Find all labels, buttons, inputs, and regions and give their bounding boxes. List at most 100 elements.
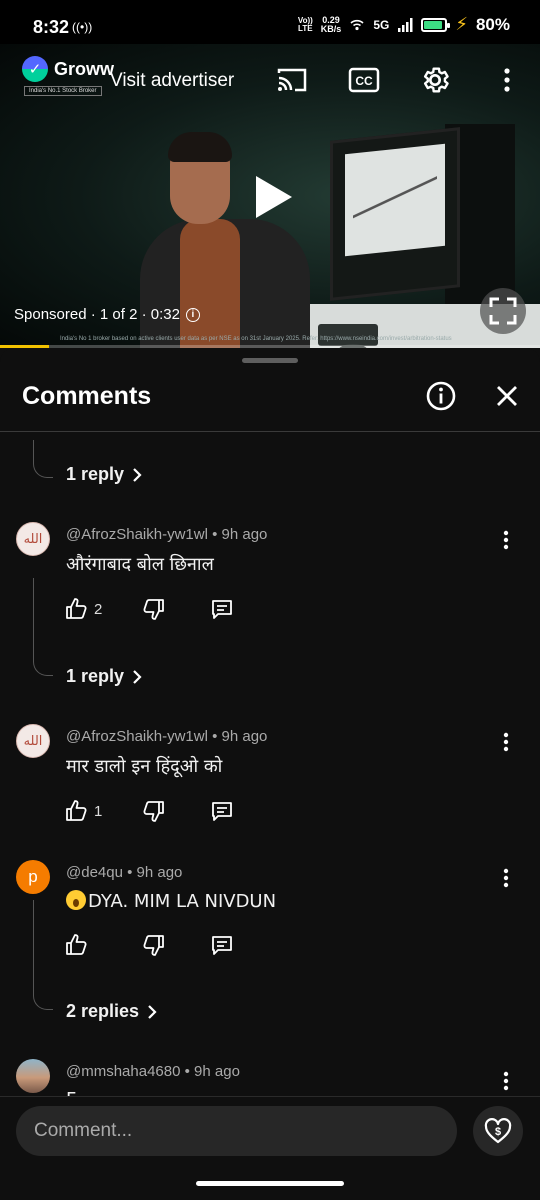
comment-input[interactable] [16,1106,457,1156]
comment-text: DYA. MIM LA NIVDUN [66,890,276,912]
close-comments-button[interactable] [489,378,525,414]
comment-text: औरंगाबाद बोल छिनाल [66,554,214,575]
reply-button[interactable] [210,594,234,624]
thread-curve [33,980,53,1010]
speed-unit: KB/s [320,23,342,34]
more-vertical-icon [504,68,510,92]
avatar-letter: p [28,867,38,886]
comments-header: Comments [0,374,540,432]
cast-button[interactable] [274,62,310,98]
wifi-calling-icon [350,19,364,30]
surprised-emoji-icon [66,890,86,910]
info-icon [426,381,456,411]
like-count: 2 [94,600,103,618]
avatar-calligraphy: الله [23,531,43,547]
play-icon[interactable] [248,172,298,222]
fullscreen-button[interactable] [480,288,526,334]
sponsored-text: Sponsored · 1 of 2 · 0:32 [14,306,180,323]
thread-line [33,900,34,982]
reply-comment-icon [212,802,232,821]
thumbs-down-icon [143,935,164,956]
svg-text:$: $ [495,1126,501,1138]
comment-actions: 2 [64,594,234,624]
volte-bottom: LTE [298,23,313,33]
status-bar: 8:32 ((•)) Vo)) LTE 0.29 KB/s 5G ⚡ 80% [0,0,540,44]
more-vertical-icon [503,868,509,888]
reply-comment-icon [212,936,232,955]
svg-text:CC: CC [355,74,373,88]
home-indicator[interactable] [196,1181,344,1186]
video-scene-monitor-chart [330,127,460,301]
comment-meta[interactable]: @AfrozShaikh-yw1wl • 9h ago [66,728,267,745]
super-thanks-heart-icon: $ [484,1118,512,1144]
advertiser-logo[interactable]: ✓ Groww [22,56,114,82]
avatar[interactable]: p [16,860,50,894]
thread-line [33,440,53,478]
visit-advertiser-link[interactable]: Visit advertiser [110,70,234,92]
replies-label: 1 reply [66,464,125,484]
video-scene-keyboard [318,324,378,346]
like-button[interactable]: 2 [64,594,142,624]
chevron-right-icon [133,467,142,482]
chevron-right-icon [148,1004,157,1019]
view-replies-button[interactable]: 2 replies [66,1001,157,1022]
view-replies-button[interactable]: 1 reply [66,464,142,485]
comment-actions: 1 [64,796,234,826]
signal-icon [398,17,413,32]
comments-panel: Comments 1 reply الله @AfrozShaikh-yw1wl… [0,348,540,1200]
settings-gear-icon [423,67,449,93]
comment-meta[interactable]: @mmshaha4680 • 9h ago [66,1063,240,1080]
status-time: 8:32 [33,17,70,37]
battery-percent: 80% [475,14,510,34]
advertiser-logo-text: Groww [54,58,115,79]
fullscreen-icon [489,297,517,325]
comment-more-button[interactable] [494,866,518,890]
groww-logo-icon: ✓ [22,56,48,82]
comment-meta[interactable]: @de4qu • 9h ago [66,864,182,881]
dislike-button[interactable] [142,930,210,960]
thumbs-up-icon [66,800,87,821]
ad-info-icon[interactable]: i [185,307,200,322]
battery-level [424,20,442,29]
avatar[interactable] [16,1059,50,1093]
comment-actions [64,930,234,960]
comment-more-button[interactable] [494,528,518,552]
comment-composer: $ [0,1096,540,1200]
video-player[interactable]: ✓ Groww India's No.1 Stock Broker Visit … [0,44,540,348]
thumbs-up-icon [66,598,87,619]
closed-captions-icon: CC [348,67,380,93]
comment-text-body: DYA. MIM LA NIVDUN [88,891,277,912]
reply-comment-icon [212,600,232,619]
thumbs-down-icon [143,801,164,822]
sponsored-label: Sponsored · 1 of 2 · 0:32 i [14,306,200,323]
dislike-button[interactable] [142,796,210,826]
comments-title: Comments [22,382,152,410]
avatar[interactable]: الله [16,724,50,758]
avatar[interactable]: الله [16,522,50,556]
super-thanks-button[interactable]: $ [473,1106,523,1156]
view-replies-button[interactable]: 1 reply [66,666,142,687]
thumbs-down-icon [143,599,164,620]
comment-meta[interactable]: @AfrozShaikh-yw1wl • 9h ago [66,526,267,543]
avatar-calligraphy: الله [23,733,43,749]
reply-button[interactable] [210,796,234,826]
more-vertical-icon [503,1071,509,1091]
reply-button[interactable] [210,930,234,960]
video-more-button[interactable] [489,62,525,98]
network-speed: 0.29 KB/s [320,15,342,34]
comments-info-button[interactable] [423,378,459,414]
drag-handle[interactable] [242,358,298,363]
comment-item: @mmshaha4680 • 9h ago F [0,1055,540,1097]
volte-indicator: Vo)) LTE [298,16,313,33]
captions-button[interactable]: CC [346,62,382,98]
like-button[interactable]: 1 [64,796,142,826]
cast-icon [277,68,307,92]
replies-label: 2 replies [66,1001,140,1021]
settings-button[interactable] [417,62,453,98]
hotspot-icon: ((•)) [72,20,93,34]
comment-more-button[interactable] [494,730,518,754]
dislike-button[interactable] [142,594,210,624]
network-type: 5G [373,17,390,32]
like-button[interactable] [64,930,142,960]
comment-more-button[interactable] [494,1069,518,1093]
